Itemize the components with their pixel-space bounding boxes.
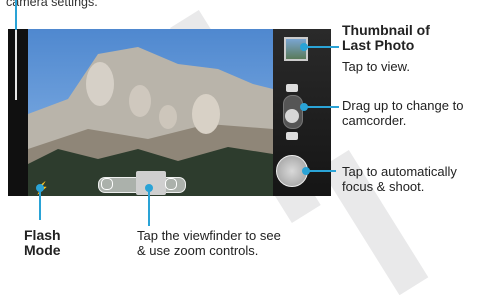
zoom-out-icon[interactable] <box>101 178 113 190</box>
callout-line-zoom <box>148 188 150 226</box>
camcorder-icon <box>286 84 298 92</box>
zoom-desc: Tap the viewfinder to see & use zoom con… <box>137 228 281 258</box>
mode-toggle-knob[interactable] <box>285 109 299 123</box>
callout-line-shutter <box>306 170 336 172</box>
top-caption: camera settings. <box>6 0 98 9</box>
drag-desc: Drag up to change to camcorder. <box>342 98 464 128</box>
callout-dot-shutter <box>302 167 310 175</box>
zoom-in-icon[interactable] <box>165 178 177 190</box>
camera-icon <box>286 132 298 140</box>
callout-dot-thumbnail <box>300 43 308 51</box>
shoot-desc: Tap to automatically focus & shoot. <box>342 164 457 194</box>
flash-title: Flash Mode <box>24 227 61 258</box>
settings-drawer-handle[interactable] <box>15 30 17 100</box>
callout-line-toggle <box>304 106 339 108</box>
callout-line-flash <box>39 188 41 220</box>
thumbnail-desc: Tap to view. <box>342 59 410 74</box>
callout-dot-zoom <box>145 184 153 192</box>
callout-line-thumbnail <box>304 46 339 48</box>
settings-drawer[interactable] <box>8 29 28 196</box>
callout-dot-flash <box>36 184 44 192</box>
thumbnail-title: Thumbnail of Last Photo <box>342 22 430 53</box>
callout-dot-toggle <box>300 103 308 111</box>
callout-line-settings <box>15 0 17 30</box>
